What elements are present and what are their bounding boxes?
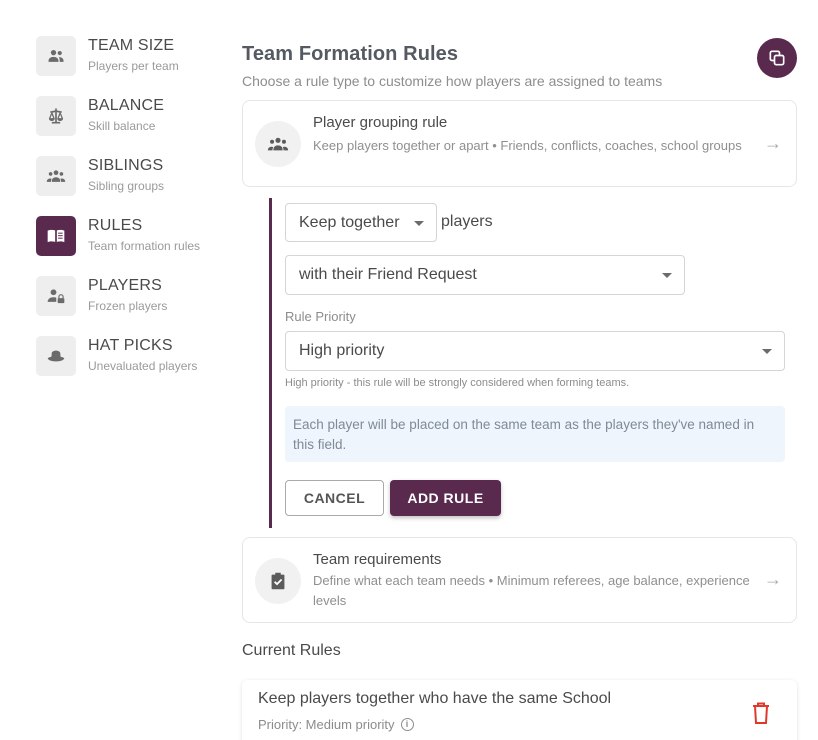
sidebar-item-subtitle: Skill balance	[88, 119, 156, 133]
current-rules-title: Current Rules	[242, 642, 341, 659]
grouping-mode-value: Keep together	[299, 213, 400, 231]
rule-list-item: Keep players together who have the same …	[242, 680, 797, 740]
sidebar-item-subtitle: Unevaluated players	[88, 359, 198, 373]
rule-priority-value: High priority	[299, 342, 385, 359]
sidebar-item-players[interactable]: PLAYERS Frozen players	[36, 276, 226, 336]
arrow-right-icon: →	[764, 569, 782, 589]
sidebar-item-title: PLAYERS	[88, 277, 163, 294]
sidebar-item-subtitle: Frozen players	[88, 299, 168, 313]
team-requirements-card[interactable]: Team requirements Define what each team …	[242, 537, 797, 623]
rule-priority: Priority: Medium priority i	[258, 717, 414, 732]
people-group-icon	[255, 121, 301, 167]
rule-priority-text: Priority: Medium priority	[258, 717, 395, 732]
sidebar-item-subtitle: Players per team	[88, 59, 179, 73]
rule-priority-helper: High priority - this rule will be strong…	[285, 377, 630, 389]
sidebar-item-title: HAT PICKS	[88, 337, 173, 354]
rule-info-box: Each player will be placed on the same t…	[285, 406, 785, 462]
balance-scale-icon	[36, 96, 76, 136]
info-icon[interactable]: i	[400, 718, 414, 731]
delete-rule-button[interactable]	[751, 701, 771, 725]
sidebar-item-title: SIBLINGS	[88, 157, 164, 174]
sidebar-item-subtitle: Team formation rules	[88, 239, 201, 253]
form-accent-bar	[269, 198, 272, 528]
page-header: Team Formation Rules Choose a rule type …	[242, 40, 797, 90]
rule-title: Keep players together who have the same …	[258, 690, 612, 707]
rules-book-icon	[36, 216, 76, 256]
sidebar-item-balance[interactable]: BALANCE Skill balance	[36, 96, 226, 156]
sidebar-item-team-size[interactable]: TEAM SIZE Players per team	[36, 36, 226, 96]
arrow-right-icon: →	[764, 133, 782, 153]
card-description: Define what each team needs • Minimum re…	[313, 573, 750, 608]
sidebar-item-rules[interactable]: RULES Team formation rules	[36, 216, 226, 276]
copy-icon	[769, 50, 785, 66]
chevron-down-icon	[414, 220, 424, 226]
siblings-group-icon	[36, 156, 76, 196]
card-title: Team requirements	[313, 551, 442, 568]
team-size-icon	[36, 36, 76, 76]
sidebar-item-title: TEAM SIZE	[88, 37, 175, 54]
sidebar-item-subtitle: Sibling groups	[88, 179, 165, 193]
chevron-down-icon	[762, 349, 772, 354]
page-title: Team Formation Rules	[242, 43, 459, 65]
rule-priority-select[interactable]: High priority	[285, 331, 785, 371]
clipboard-check-icon	[255, 558, 301, 604]
copy-button[interactable]	[757, 38, 797, 78]
card-description: Keep players together or apart • Friends…	[313, 138, 742, 153]
add-rule-button[interactable]: ADD RULE	[390, 480, 501, 516]
frozen-player-lock-icon	[36, 276, 76, 316]
chevron-down-icon	[662, 273, 672, 278]
sidebar-item-title: BALANCE	[88, 97, 165, 114]
relation-select[interactable]: with their Friend Request	[285, 255, 685, 295]
cancel-button[interactable]: CANCEL	[285, 480, 384, 516]
hat-icon	[36, 336, 76, 376]
sidebar: TEAM SIZE Players per team BALANCE Skill…	[36, 36, 226, 396]
card-title: Player grouping rule	[313, 114, 448, 131]
sidebar-item-hat-picks[interactable]: HAT PICKS Unevaluated players	[36, 336, 226, 396]
relation-value: with their Friend Request	[299, 266, 477, 283]
players-suffix-label: players	[441, 213, 493, 230]
trash-icon	[753, 702, 769, 724]
page-subtitle: Choose a rule type to customize how play…	[242, 73, 663, 89]
player-grouping-rule-card[interactable]: Player grouping rule Keep players togeth…	[242, 100, 797, 187]
sidebar-item-title: RULES	[88, 217, 143, 234]
sidebar-item-siblings[interactable]: SIBLINGS Sibling groups	[36, 156, 226, 216]
grouping-mode-select[interactable]: Keep together	[285, 203, 437, 242]
rule-priority-label: Rule Priority	[285, 309, 356, 324]
